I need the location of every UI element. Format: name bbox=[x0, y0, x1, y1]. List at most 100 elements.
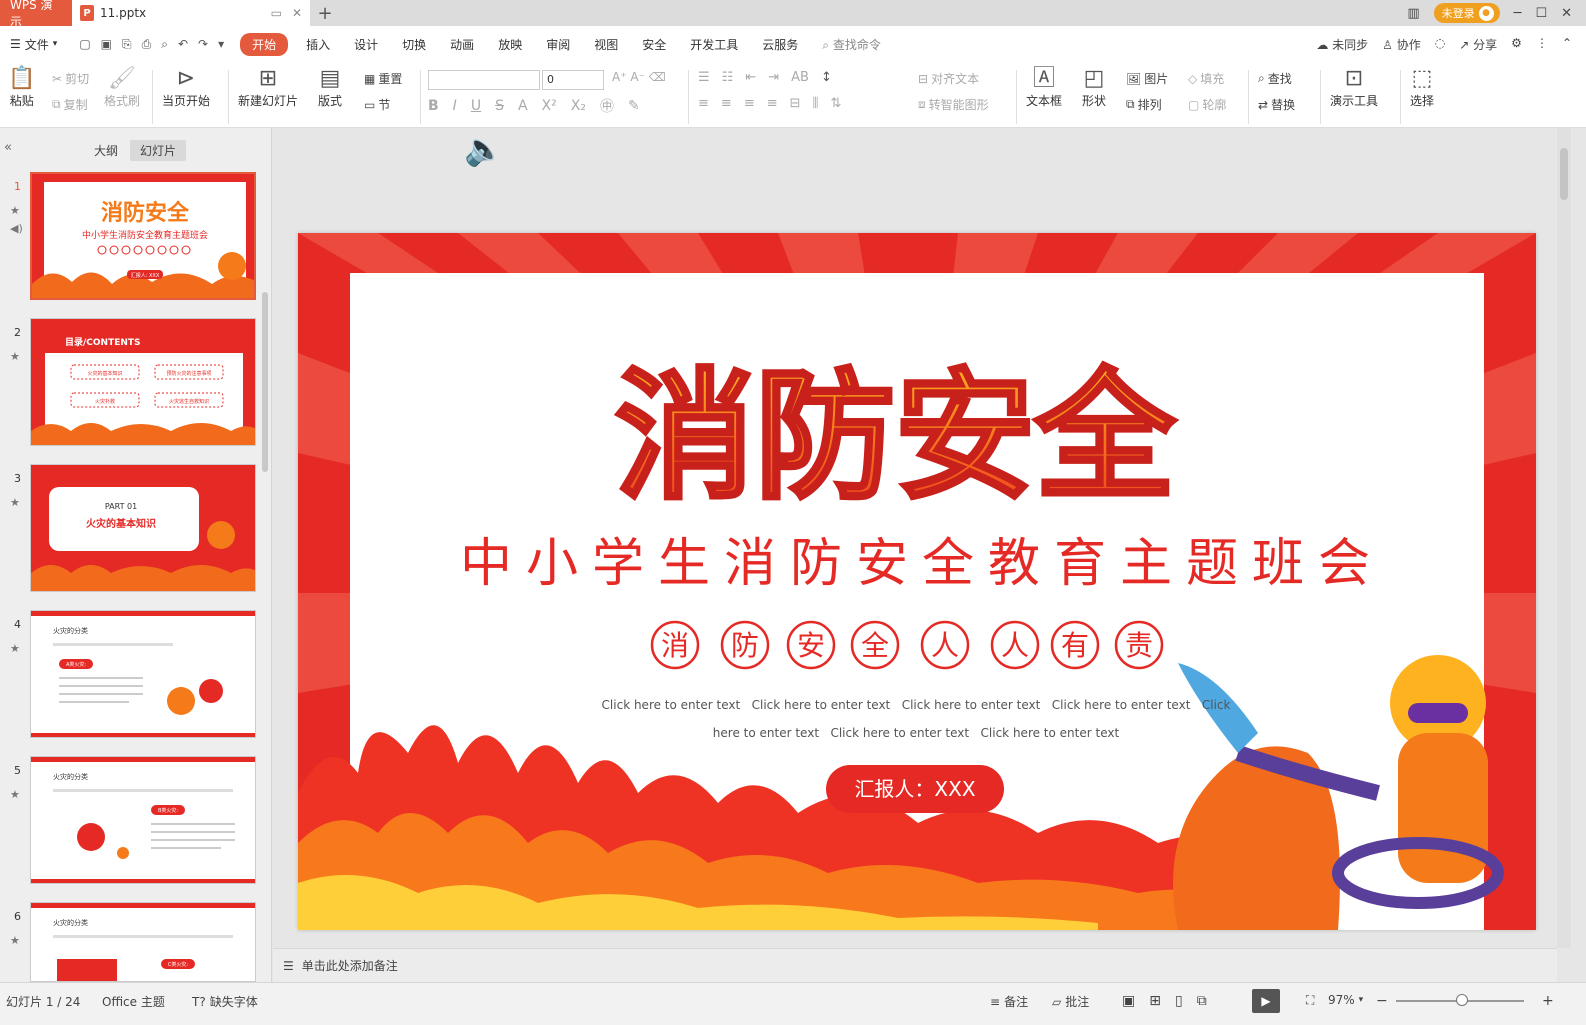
align-left-icon[interactable]: ≡ bbox=[698, 96, 709, 111]
subscript-icon[interactable]: X₂ bbox=[571, 98, 586, 114]
number-list-icon[interactable]: ☷ bbox=[722, 70, 734, 85]
speaker-icon[interactable]: 🔈 bbox=[464, 130, 504, 168]
reading-view-icon[interactable]: ▯ bbox=[1175, 993, 1183, 1009]
pinyin-icon[interactable]: ㊥ bbox=[600, 96, 614, 116]
picture-button[interactable]: 🖼 图片 bbox=[1126, 70, 1168, 87]
reset-button[interactable]: ▦ 重置 bbox=[364, 70, 402, 87]
fit-window-button[interactable]: ⛶ bbox=[1306, 993, 1314, 1008]
align-text-button[interactable]: ⊟ 对齐文本 bbox=[918, 70, 979, 87]
indent-icon[interactable]: ⇥ bbox=[768, 70, 779, 85]
tab-review[interactable]: 审阅 bbox=[534, 33, 582, 56]
slide-thumbnail-3[interactable]: PART 01 火灾的基本知识 bbox=[30, 464, 256, 592]
tab-animation[interactable]: 动画 bbox=[438, 33, 486, 56]
slide-thumbnail-6[interactable]: 火灾的分类 C类火灾: bbox=[30, 902, 256, 982]
play-slideshow-button[interactable]: ▶ bbox=[1252, 989, 1280, 1013]
select-button[interactable]: ⬚ 选择 bbox=[1410, 66, 1434, 109]
scrollbar-thumb[interactable] bbox=[1560, 148, 1568, 200]
collab-button[interactable]: ♙ 协作 bbox=[1382, 36, 1421, 53]
copy-button[interactable]: ⧉ 复制 bbox=[52, 96, 88, 113]
slide-thumbnail-2[interactable]: 目录/CONTENTS 火灾的基本知识 预防火灾的注意事项 火灾扑救 火灾逃生自… bbox=[30, 318, 256, 446]
tab-security[interactable]: 安全 bbox=[630, 33, 678, 56]
settings-icon[interactable]: ⚙ bbox=[1511, 36, 1522, 53]
slide-thumbnail-5[interactable]: 火灾的分类 B类火灾: bbox=[30, 756, 256, 884]
arrange-button[interactable]: ⧉ 排列 bbox=[1126, 96, 1162, 113]
find-button[interactable]: ⌕ 查找 bbox=[1258, 70, 1292, 87]
monitor-icon[interactable]: ▭ bbox=[271, 6, 282, 20]
font-name-select[interactable] bbox=[428, 70, 540, 90]
justify-icon[interactable]: ≡ bbox=[767, 96, 778, 111]
zoom-out-button[interactable]: − bbox=[1376, 993, 1388, 1009]
tab-home[interactable]: 开始 bbox=[240, 32, 289, 56]
cut-button[interactable]: ✂ 剪切 bbox=[52, 70, 89, 87]
sync-button[interactable]: ☁ 未同步 bbox=[1316, 36, 1368, 53]
open-icon[interactable]: ▢ bbox=[79, 37, 90, 52]
underline-icon[interactable]: U bbox=[471, 98, 481, 114]
minimize-icon[interactable]: ─ bbox=[1514, 6, 1522, 21]
format-painter-button[interactable]: 🖌 格式刷 bbox=[104, 66, 140, 109]
command-search[interactable]: ⌕ 查找命令 bbox=[810, 33, 893, 56]
new-slide-button[interactable]: ⊞ 新建幻灯片 bbox=[238, 66, 298, 109]
tab-slideshow[interactable]: 放映 bbox=[486, 33, 534, 56]
slide-thumbnail-4[interactable]: 火灾的分类 A类火灾: bbox=[30, 610, 256, 738]
italic-icon[interactable]: I bbox=[453, 98, 457, 114]
paste-button[interactable]: 📋 粘贴 bbox=[8, 66, 35, 109]
print-icon[interactable]: ⎙ bbox=[142, 37, 152, 52]
maximize-icon[interactable]: ☐ bbox=[1535, 6, 1547, 21]
replace-button[interactable]: ⇄ 替换 bbox=[1258, 96, 1295, 113]
align-center-icon[interactable]: ≡ bbox=[721, 96, 732, 111]
theme-name[interactable]: Office 主题 bbox=[102, 993, 165, 1010]
highlight-icon[interactable]: ✎ bbox=[628, 98, 640, 114]
normal-view-icon[interactable]: ▣ bbox=[1122, 993, 1135, 1009]
panel-scrollbar[interactable] bbox=[262, 292, 268, 472]
strikethrough-icon[interactable]: S bbox=[495, 98, 504, 114]
save-icon[interactable]: ▣ bbox=[101, 37, 112, 52]
more-icon[interactable]: ▾ bbox=[218, 37, 224, 52]
tab-developer[interactable]: 开发工具 bbox=[678, 33, 750, 56]
line-spacing-icon[interactable]: ↕ bbox=[821, 70, 832, 85]
paragraph-spacing-icon[interactable]: ⇅ bbox=[831, 96, 842, 111]
slide-sorter-icon[interactable]: ⊞ bbox=[1149, 993, 1161, 1009]
tab-cloud[interactable]: 云服务 bbox=[750, 33, 810, 56]
zoom-slider-handle[interactable] bbox=[1456, 994, 1468, 1006]
comment-icon[interactable]: ◌ bbox=[1435, 36, 1445, 53]
font-size-select[interactable]: 0 bbox=[542, 70, 604, 90]
fill-button[interactable]: ◇ 填充 bbox=[1188, 70, 1224, 87]
text-direction-icon[interactable]: AB bbox=[791, 70, 809, 85]
tab-outline[interactable]: 大纲 bbox=[84, 140, 128, 161]
current-slide[interactable]: 消防安全 中小学生消防安全教育主题班会 消 防 安 全 人 人 有 责 Clic… bbox=[298, 233, 1536, 930]
tab-insert[interactable]: 插入 bbox=[294, 33, 342, 56]
tab-slides[interactable]: 幻灯片 bbox=[130, 140, 187, 161]
zoom-in-button[interactable]: + bbox=[1542, 993, 1554, 1009]
more-options-icon[interactable]: ⋮ bbox=[1536, 36, 1548, 53]
close-tab-icon[interactable]: ✕ bbox=[292, 6, 302, 20]
app-tab[interactable]: WPS 演示 bbox=[0, 0, 72, 29]
align-right-icon[interactable]: ≡ bbox=[744, 96, 755, 111]
shape-button[interactable]: ◰ 形状 bbox=[1082, 66, 1106, 109]
export-icon[interactable]: ⎘ bbox=[122, 37, 132, 52]
share-button[interactable]: ↗ 分享 bbox=[1459, 36, 1497, 53]
font-grow-shrink[interactable]: A⁺ A⁻ ⌫ bbox=[612, 70, 666, 84]
canvas-scrollbar[interactable] bbox=[1557, 128, 1571, 948]
column-icon[interactable]: ⫼ bbox=[813, 96, 819, 111]
tab-transition[interactable]: 切换 bbox=[390, 33, 438, 56]
file-menu[interactable]: ☰ 文件 ▾ bbox=[0, 33, 69, 56]
distribute-icon[interactable]: ⊟ bbox=[790, 96, 801, 111]
slide-thumbnail-1[interactable]: 消防安全 中小学生消防安全教育主题班会 汇报人: XXX bbox=[30, 172, 256, 300]
smart-art-button[interactable]: ⧈ 转智能图形 bbox=[918, 96, 989, 113]
collapse-ribbon-icon[interactable]: ⌃ bbox=[1562, 36, 1572, 53]
new-tab-button[interactable]: + bbox=[310, 0, 340, 26]
comment-button[interactable]: ▱ 批注 bbox=[1052, 993, 1089, 1010]
missing-font-button[interactable]: T? 缺失字体 bbox=[192, 993, 258, 1010]
present-mode-icon[interactable]: ⧉ bbox=[1197, 993, 1207, 1009]
notes-toggle-button[interactable]: ≡ 备注 bbox=[990, 993, 1028, 1010]
textbox-button[interactable]: 🄰 文本框 bbox=[1026, 66, 1062, 109]
tab-view[interactable]: 视图 bbox=[582, 33, 630, 56]
login-button[interactable]: 未登录 ● bbox=[1433, 3, 1500, 23]
undo-icon[interactable]: ↶ bbox=[178, 37, 188, 52]
document-tab[interactable]: P 11.pptx ▭ ✕ bbox=[72, 0, 310, 26]
font-color-icon[interactable]: A bbox=[518, 98, 528, 114]
bullet-list-icon[interactable]: ☰ bbox=[698, 70, 710, 85]
notes-pane[interactable]: ☰ 单击此处添加备注 bbox=[273, 948, 1557, 982]
tab-design[interactable]: 设计 bbox=[342, 33, 390, 56]
play-from-current-button[interactable]: ⊳ 当页开始 bbox=[162, 66, 210, 109]
